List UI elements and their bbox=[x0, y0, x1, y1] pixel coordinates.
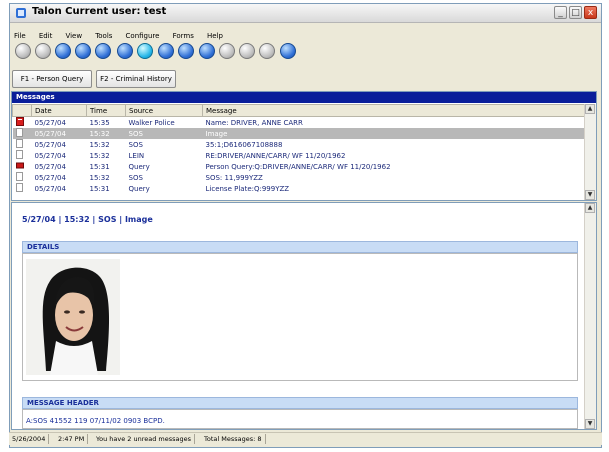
row-date: 05/27/04 bbox=[34, 140, 66, 149]
detail-panel: 5/27/04 | 15:32 | SOS | Image DETAILS ME… bbox=[11, 202, 597, 430]
detail-scrollbar[interactable]: ▲ ▼ bbox=[584, 203, 596, 429]
read-message-icon bbox=[13, 139, 32, 150]
status-unread: You have 2 unread messages bbox=[93, 434, 196, 444]
row-message: 35:1;D616067108888 bbox=[205, 140, 283, 149]
toolbar-button-3[interactable] bbox=[55, 43, 71, 59]
column-header-date[interactable]: Date bbox=[31, 104, 87, 117]
row-source: Query bbox=[128, 162, 150, 171]
table-row[interactable]: 05/27/04 15:31 Query Person Query:Q:DRIV… bbox=[13, 161, 588, 172]
row-date: 05/27/04 bbox=[34, 151, 66, 160]
row-date: 05/27/04 bbox=[34, 173, 66, 182]
toolbar-button-4[interactable] bbox=[75, 43, 91, 59]
toolbar-button-7[interactable] bbox=[137, 43, 153, 59]
row-source: Query bbox=[128, 184, 150, 193]
alert-message-icon bbox=[13, 161, 32, 172]
table-row[interactable]: 05/27/04 15:32 SOS SOS: 11,999YZZ bbox=[13, 172, 588, 183]
table-row[interactable]: 05/27/04 15:32 LEIN RE:DRIVER/ANNE/CARR/… bbox=[13, 150, 588, 161]
row-time: 15:32 bbox=[89, 173, 110, 182]
row-message: Person Query:Q:DRIVER/ANNE/CARR/ WF 11/2… bbox=[205, 162, 391, 171]
table-row[interactable]: 05/27/04 15:31 Query License Plate:Q:999… bbox=[13, 183, 588, 194]
close-button[interactable]: x bbox=[584, 6, 597, 19]
row-date: 05/27/04 bbox=[31, 128, 87, 139]
messages-header: Messages bbox=[12, 92, 596, 103]
table-row[interactable]: 05/27/04 15:32 SOS 35:1;D616067108888 bbox=[13, 139, 588, 150]
row-time: 15:32 bbox=[89, 140, 110, 149]
row-source: SOS bbox=[128, 140, 143, 149]
row-message: Image bbox=[202, 128, 588, 139]
table-row[interactable]: 05/27/04 15:35 Walker Police Name: DRIVE… bbox=[13, 117, 588, 129]
read-message-icon bbox=[13, 172, 32, 183]
column-header-time[interactable]: Time bbox=[86, 104, 126, 117]
title-bar[interactable]: Talon Current user: test _ □ x bbox=[10, 4, 601, 23]
toolbar-button-14[interactable] bbox=[280, 43, 296, 59]
toolbar-button-9[interactable] bbox=[178, 43, 194, 59]
read-message-icon bbox=[13, 150, 32, 161]
row-date: 05/27/04 bbox=[34, 162, 66, 171]
row-source: SOS bbox=[125, 128, 203, 139]
toolbar-button-1[interactable] bbox=[15, 43, 31, 59]
scroll-down-arrow-icon[interactable]: ▼ bbox=[585, 419, 595, 429]
row-date: 05/27/04 bbox=[34, 118, 66, 127]
message-header-text: A:SOS 41552 119 07/11/02 0903 BCPD. bbox=[26, 417, 165, 425]
toolbar bbox=[10, 39, 601, 65]
scroll-up-arrow-icon[interactable]: ▲ bbox=[585, 104, 595, 114]
row-time: 15:32 bbox=[89, 151, 110, 160]
window-title: Talon Current user: test bbox=[32, 6, 167, 17]
person-photo bbox=[26, 259, 120, 375]
row-source: Walker Police bbox=[128, 118, 175, 127]
toolbar-button-2[interactable] bbox=[35, 43, 51, 59]
messages-table: Date Time Source Message 05/27/04 15:35 … bbox=[12, 104, 588, 194]
menu-bar: File Edit View Tools Configure Forms Hel… bbox=[10, 23, 601, 40]
message-header-section-header: MESSAGE HEADER bbox=[22, 397, 578, 409]
row-message: License Plate:Q:999YZZ bbox=[205, 184, 290, 193]
row-time: 15:35 bbox=[89, 118, 110, 127]
minimize-button[interactable]: _ bbox=[554, 6, 567, 19]
row-message: RE:DRIVER/ANNE/CARR/ WF 11/20/1962 bbox=[205, 151, 346, 160]
toolbar-button-10[interactable] bbox=[199, 43, 215, 59]
toolbar-button-11[interactable] bbox=[219, 43, 235, 59]
toolbar-button-8[interactable] bbox=[158, 43, 174, 59]
maximize-button[interactable]: □ bbox=[569, 6, 582, 19]
criminal-history-button[interactable]: F2 - Criminal History bbox=[96, 70, 176, 88]
scroll-up-arrow-icon[interactable]: ▲ bbox=[585, 203, 595, 213]
person-query-button[interactable]: F1 - Person Query bbox=[12, 70, 92, 88]
status-time: 2:47 PM bbox=[55, 434, 89, 444]
row-date: 05/27/04 bbox=[34, 184, 66, 193]
table-row-selected[interactable]: 05/27/04 15:32 SOS Image bbox=[12, 128, 588, 139]
row-time: 15:32 bbox=[86, 128, 126, 139]
status-bar: 5/26/2004 2:47 PM You have 2 unread mess… bbox=[9, 432, 602, 445]
toolbar-button-12[interactable] bbox=[239, 43, 255, 59]
status-date: 5/26/2004 bbox=[9, 434, 50, 444]
toolbar-button-6[interactable] bbox=[117, 43, 133, 59]
messages-panel: Messages Date Time Source Message 05/27/… bbox=[11, 91, 597, 201]
toolbar-button-5[interactable] bbox=[95, 43, 111, 59]
row-message: SOS: 11,999YZZ bbox=[205, 173, 263, 182]
read-message-icon bbox=[13, 183, 32, 194]
row-time: 15:31 bbox=[89, 184, 110, 193]
column-header-icon[interactable] bbox=[12, 104, 32, 117]
app-icon bbox=[16, 8, 26, 18]
messages-scrollbar[interactable]: ▲ ▼ bbox=[584, 104, 596, 200]
read-message-icon bbox=[12, 128, 32, 139]
row-time: 15:31 bbox=[89, 162, 110, 171]
scroll-down-arrow-icon[interactable]: ▼ bbox=[585, 190, 595, 200]
details-section-header: DETAILS bbox=[22, 241, 578, 253]
column-header-source[interactable]: Source bbox=[125, 104, 203, 117]
new-message-icon bbox=[13, 117, 32, 129]
status-total: Total Messages: 8 bbox=[201, 434, 266, 444]
detail-breadcrumb: 5/27/04 | 15:32 | SOS | Image bbox=[22, 215, 153, 224]
row-source: SOS bbox=[128, 173, 143, 182]
row-source: LEIN bbox=[128, 151, 145, 160]
column-header-message[interactable]: Message bbox=[202, 104, 588, 117]
row-message: Name: DRIVER, ANNE CARR bbox=[205, 118, 303, 127]
toolbar-button-13[interactable] bbox=[259, 43, 275, 59]
